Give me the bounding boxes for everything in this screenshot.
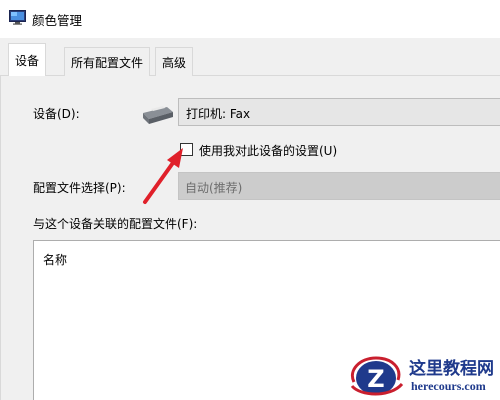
- column-header-name[interactable]: 名称: [43, 251, 67, 268]
- watermark: Z 这里教程网 herecours.com: [346, 350, 500, 400]
- watermark-logo-icon: Z: [350, 356, 404, 396]
- title-bar: 颜色管理: [0, 0, 500, 38]
- device-value: 打印机: Fax: [186, 107, 251, 121]
- profile-selection-label: 配置文件选择(P):: [33, 181, 126, 195]
- profile-selection-dropdown[interactable]: 自动(推荐): [178, 172, 500, 200]
- use-my-settings-checkbox[interactable]: [180, 143, 193, 156]
- window-title: 颜色管理: [32, 13, 83, 28]
- tab-advanced[interactable]: 高级: [155, 47, 194, 76]
- watermark-url: herecours.com: [411, 379, 486, 393]
- color-management-app-icon: [9, 10, 26, 25]
- tab-label: 设备: [15, 54, 40, 68]
- device-label: 设备(D):: [33, 107, 80, 121]
- profile-selection-value: 自动(推荐): [185, 181, 243, 195]
- svg-text:Z: Z: [367, 365, 384, 393]
- printer-icon: [143, 106, 173, 124]
- tab-devices[interactable]: 设备: [8, 43, 47, 77]
- tab-label: 所有配置文件: [71, 56, 144, 70]
- tab-strip: 设备 所有配置文件 高级: [0, 38, 500, 77]
- device-select[interactable]: 打印机: Fax: [178, 98, 500, 126]
- tab-all-profiles[interactable]: 所有配置文件: [64, 47, 151, 76]
- tab-label: 高级: [162, 56, 187, 70]
- watermark-title: 这里教程网: [409, 359, 494, 379]
- use-my-settings-label[interactable]: 使用我对此设备的设置(U): [199, 142, 337, 159]
- associated-profiles-label: 与这个设备关联的配置文件(F):: [33, 217, 198, 231]
